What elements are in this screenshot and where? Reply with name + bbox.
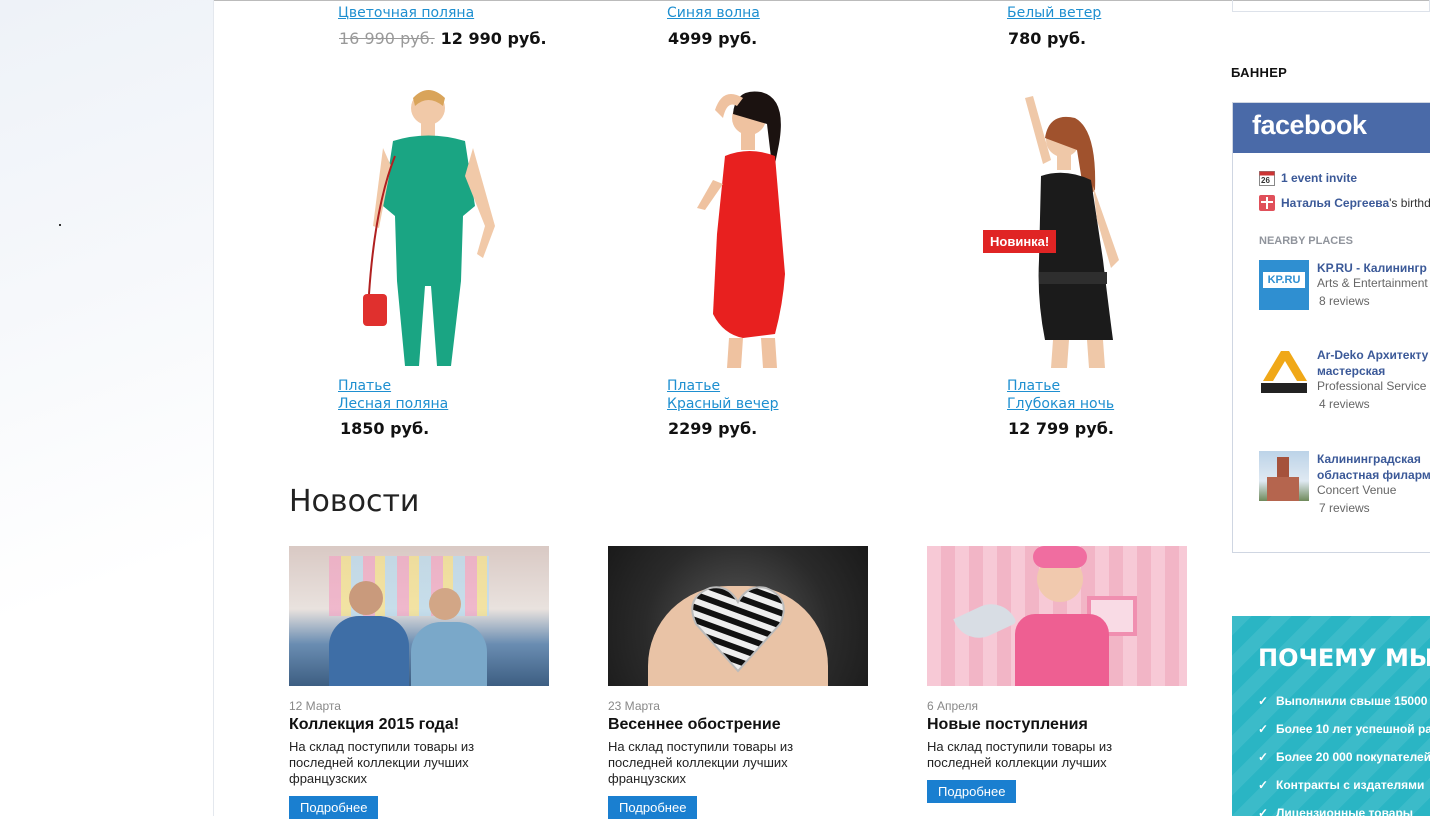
product-name-link[interactable]: Цветочная поляна	[338, 4, 474, 22]
why-us-widget: ПОЧЕМУ МЫ? ✓ Выполнили свыше 15000 ✓ Более…	[1232, 616, 1430, 816]
product-top-2: Синяя волна	[667, 4, 760, 22]
gift-icon	[1259, 195, 1275, 211]
product-card-2-price: 2299 руб.	[668, 419, 758, 438]
product-type-link[interactable]: Платье	[338, 377, 448, 395]
place-category: Arts & Entertainment	[1317, 276, 1428, 290]
check-icon: ✓	[1258, 694, 1269, 708]
place-name[interactable]: Ar-Deko Архитекту мастерская	[1317, 347, 1428, 379]
product-type-link[interactable]: Платье	[667, 377, 779, 395]
product-photo-red-dress[interactable]	[683, 84, 813, 368]
check-icon: ✓	[1258, 722, 1269, 736]
event-invite-link[interactable]: 1 event invite	[1281, 171, 1357, 185]
news-image-heart[interactable]	[608, 546, 868, 686]
news-date: 23 Марта	[608, 699, 660, 713]
product-type-link[interactable]: Платье	[1007, 377, 1114, 395]
decorative-dot	[59, 224, 61, 226]
product-photo-green-dress[interactable]	[355, 86, 505, 368]
place-name-line2[interactable]: мастерская	[1317, 364, 1385, 378]
facebook-widget[interactable]: facebook 26 1 event invite Наталья Серге…	[1232, 102, 1430, 553]
product-top-2-price: 4999 руб.	[668, 29, 758, 48]
news-date: 12 Марта	[289, 699, 341, 713]
calendar-day: 26	[1261, 176, 1270, 185]
place-name-line1[interactable]: Ar-Deko Архитекту	[1317, 348, 1428, 362]
birthday-name[interactable]: Наталья Сергеева	[1281, 196, 1389, 210]
product-top-3: Белый ветер	[1007, 4, 1101, 22]
place-name[interactable]: Калининградская областная филарм	[1317, 451, 1430, 483]
place-reviews: 7 reviews	[1319, 501, 1370, 515]
read-more-button[interactable]: Подробнее	[927, 780, 1017, 803]
news-excerpt: На склад поступили товары из последней к…	[289, 739, 475, 786]
product-card-2-labels: Платье Красный вечер	[667, 377, 779, 413]
place-name-line2[interactable]: областная филарм	[1317, 468, 1430, 482]
why-us-item-text: Выполнили свыше 15000	[1276, 694, 1428, 708]
why-us-item-text: Более 20 000 покупателей	[1276, 750, 1430, 764]
why-us-item-text: Более 10 лет успешной ра	[1276, 722, 1430, 736]
product-card-3-labels: Платье Глубокая ночь	[1007, 377, 1114, 413]
birthday-notice[interactable]: Наталья Сергеева's birthd	[1281, 196, 1430, 210]
news-card-2: 23 Марта Весеннее обострение На склад по…	[608, 546, 870, 819]
place-name[interactable]: KP.RU - Калинингр	[1317, 260, 1427, 276]
news-card-3: 6 Апреля Новые поступления На склад пост…	[927, 546, 1189, 803]
product-name-link[interactable]: Красный вечер	[667, 395, 779, 413]
place-thumbnail-ardeko	[1259, 347, 1309, 397]
sidebar-widget-bottom-edge	[1232, 0, 1430, 12]
product-name-link[interactable]: Синяя волна	[667, 4, 760, 22]
product-top-1: Цветочная поляна	[338, 4, 474, 22]
place-reviews: 8 reviews	[1319, 294, 1370, 308]
place-name-line1[interactable]: Калининградская	[1317, 452, 1421, 466]
news-excerpt: На склад поступили товары из последней к…	[927, 739, 1113, 770]
why-us-item: ✓ Лицензионные товары	[1258, 806, 1413, 816]
why-us-item: ✓ Более 20 000 покупателей	[1258, 750, 1430, 764]
news-card-1: 12 Марта Коллекция 2015 года! На склад п…	[289, 546, 551, 819]
product-name-link[interactable]: Белый ветер	[1007, 4, 1101, 22]
product-name-link[interactable]: Глубокая ночь	[1007, 395, 1114, 413]
product-name-link[interactable]: Лесная поляна	[338, 395, 448, 413]
banner-label: БАННЕР	[1231, 65, 1288, 80]
place-category: Professional Service	[1317, 379, 1427, 393]
news-image-iron-woman[interactable]	[927, 546, 1187, 686]
old-price: 16 990 руб.	[339, 29, 435, 48]
left-background-panel	[0, 0, 214, 816]
birthday-suffix: 's birthd	[1389, 196, 1430, 210]
product-card-3-price: 12 799 руб.	[1008, 419, 1114, 438]
news-headline[interactable]: Коллекция 2015 года!	[289, 716, 551, 734]
ardeko-logo-icon	[1261, 351, 1307, 393]
place-thumbnail-kp: KP.RU	[1259, 260, 1309, 310]
facebook-logo[interactable]: facebook	[1233, 103, 1430, 153]
news-image-office[interactable]	[289, 546, 549, 686]
product-card-1-price: 1850 руб.	[340, 419, 430, 438]
check-icon: ✓	[1258, 806, 1269, 816]
product-top-1-price: 16 990 руб. 12 990 руб.	[339, 29, 547, 48]
product-photo-black-dress[interactable]	[1005, 90, 1135, 368]
why-us-item-text: Контракты с издателями	[1276, 778, 1425, 792]
news-headline[interactable]: Новые поступления	[927, 716, 1189, 734]
why-us-item: ✓ Контракты с издателями	[1258, 778, 1424, 792]
heart-icon	[691, 586, 785, 673]
news-excerpt: На склад поступили товары из последней к…	[608, 739, 794, 786]
news-section-title: Новости	[289, 484, 420, 519]
product-top-3-price: 780 руб.	[1008, 29, 1087, 48]
product-card-1-labels: Платье Лесная поляна	[338, 377, 448, 413]
news-headline[interactable]: Весеннее обострение	[608, 716, 870, 734]
new-badge: Новинка!	[983, 230, 1057, 253]
check-icon: ✓	[1258, 778, 1269, 792]
current-price: 12 990 руб.	[440, 29, 547, 48]
nearby-places-label: NEARBY PLACES	[1259, 235, 1353, 247]
why-us-title: ПОЧЕМУ МЫ?	[1258, 644, 1430, 672]
place-thumbnail-philharmonic	[1259, 451, 1309, 501]
news-date: 6 Апреля	[927, 699, 978, 713]
check-icon: ✓	[1258, 750, 1269, 764]
why-us-item: ✓ Выполнили свыше 15000	[1258, 694, 1427, 708]
why-us-item: ✓ Более 10 лет успешной ра	[1258, 722, 1430, 736]
place-category: Concert Venue	[1317, 483, 1397, 497]
place-reviews: 4 reviews	[1319, 397, 1370, 411]
why-us-item-text: Лицензионные товары	[1276, 806, 1414, 816]
